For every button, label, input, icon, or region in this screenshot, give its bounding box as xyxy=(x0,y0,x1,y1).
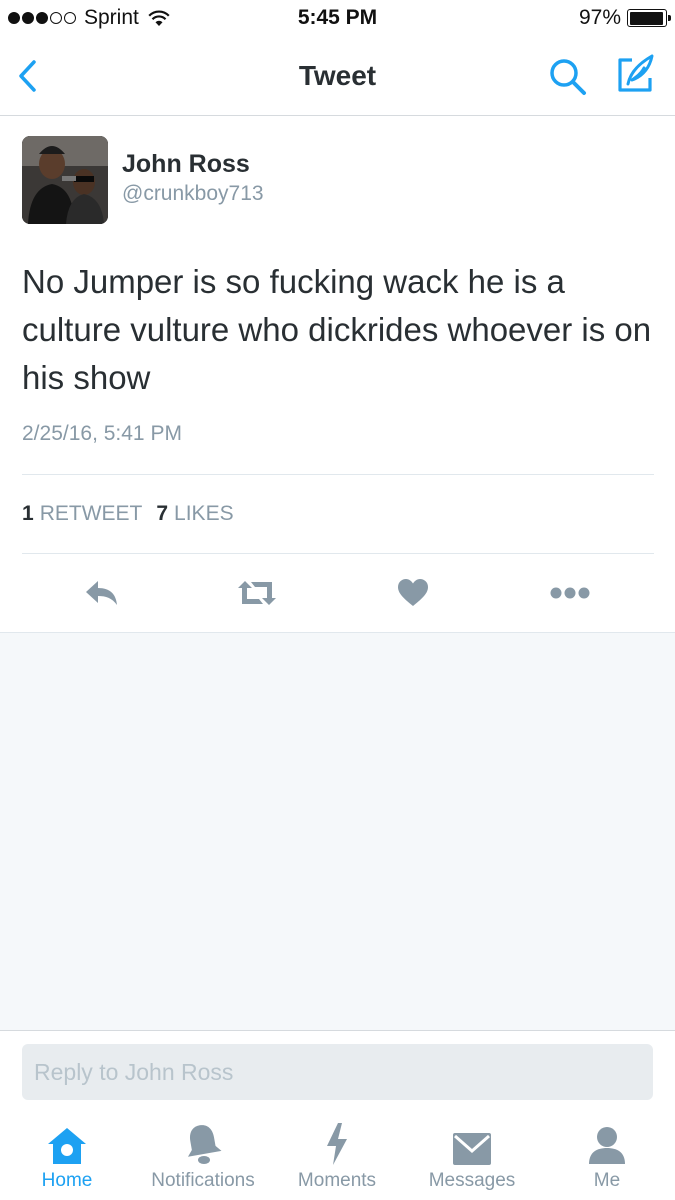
reply-icon xyxy=(86,581,117,605)
tab-notifications-label: Notifications xyxy=(151,1170,255,1191)
tweet-header: John Ross @crunkboy713 xyxy=(22,136,642,226)
person-icon xyxy=(589,1127,625,1164)
retweet-icon xyxy=(238,581,276,605)
home-icon xyxy=(48,1128,86,1164)
reply-input[interactable] xyxy=(22,1044,653,1100)
bell-icon xyxy=(187,1125,222,1164)
lightning-icon xyxy=(327,1123,347,1165)
retweet-count: 1 xyxy=(22,502,34,525)
tab-me-label: Me xyxy=(593,1170,621,1191)
avatar[interactable] xyxy=(22,136,108,224)
compose-button[interactable] xyxy=(612,52,658,98)
tab-bar: Home Notifications Moments Messages Me xyxy=(0,1112,675,1200)
tab-messages-label: Messages xyxy=(428,1170,516,1191)
tab-moments-label: Moments xyxy=(297,1170,377,1191)
envelope-icon xyxy=(453,1133,491,1165)
like-count: 7 xyxy=(156,502,169,525)
tab-moments[interactable]: Moments xyxy=(290,1112,384,1200)
avatar-photo xyxy=(22,136,108,224)
like-stat[interactable]: 7 LIKES xyxy=(156,502,233,526)
compose-icon xyxy=(618,54,654,92)
navigation-bar: Tweet xyxy=(0,38,675,116)
more-button[interactable] xyxy=(540,570,600,616)
more-icon xyxy=(550,587,590,599)
search-button[interactable] xyxy=(547,56,589,98)
clock: 5:45 PM xyxy=(297,6,378,29)
tab-home[interactable]: Home xyxy=(28,1112,106,1200)
search-icon xyxy=(550,59,586,95)
tab-me[interactable]: Me xyxy=(580,1112,634,1200)
divider xyxy=(22,553,654,554)
battery-icon xyxy=(627,9,671,27)
reply-button[interactable] xyxy=(72,570,132,616)
retweet-button[interactable] xyxy=(227,570,287,616)
battery-percent: 97% xyxy=(578,6,621,29)
author-name[interactable]: John Ross xyxy=(122,150,250,179)
retweet-stat[interactable]: 1 RETWEET xyxy=(22,502,142,526)
tweet-text: No Jumper is so fucking wack he is a cul… xyxy=(22,263,652,396)
like-button[interactable] xyxy=(383,570,443,616)
tweet-stats: 1 RETWEET 7 LIKES xyxy=(22,502,234,526)
author-handle[interactable]: @crunkboy713 xyxy=(122,182,264,206)
tab-messages[interactable]: Messages xyxy=(420,1112,524,1200)
status-bar: Sprint 5:45 PM 97% xyxy=(0,0,675,38)
replies-area xyxy=(0,632,675,1031)
tweet-actions xyxy=(0,570,675,616)
divider xyxy=(22,474,654,475)
tweet-timestamp: 2/25/16, 5:41 PM xyxy=(22,422,182,445)
retweet-label: RETWEET xyxy=(39,502,143,525)
tab-home-label: Home xyxy=(41,1170,93,1191)
like-label: LIKES xyxy=(174,502,234,525)
tab-notifications[interactable]: Notifications xyxy=(140,1112,266,1200)
battery-status: 97% xyxy=(578,6,671,30)
heart-icon xyxy=(398,579,428,606)
